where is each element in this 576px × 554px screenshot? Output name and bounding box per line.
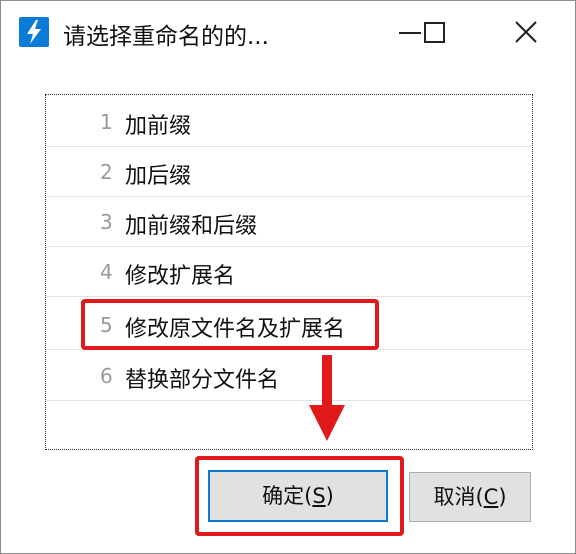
item-number: 2 [100,160,113,184]
close-icon [515,21,537,43]
ok-button-label: 确定(S) [262,484,334,508]
item-label: 替换部分文件名 [125,368,280,393]
title-bar[interactable]: 请选择重命名的的... [1,1,575,63]
rename-dialog: 请选择重命名的的... 1 加前缀 2 加后缀 3 加前缀和后缀 4 修改扩展名… [0,0,576,554]
item-number: 3 [100,210,113,234]
maximize-icon [424,22,445,43]
item-number: 4 [100,260,113,284]
cancel-button-label: 取消(C) [433,485,507,509]
item-label: 加后缀 [125,164,192,189]
arrow-down-icon [309,355,345,441]
cancel-button[interactable]: 取消(C) [409,472,531,522]
list-item[interactable]: 3 加前缀和后缀 [46,197,532,247]
item-number: 1 [100,110,113,134]
item-number: 6 [100,364,113,388]
close-button[interactable] [506,13,546,53]
item-label: 修改扩展名 [125,264,236,289]
ok-button[interactable]: 确定(S) [208,470,388,522]
lightning-icon [19,17,49,47]
item-label: 加前缀和后缀 [125,214,258,239]
maximize-button[interactable] [414,13,454,53]
list-item[interactable]: 4 修改扩展名 [46,247,532,297]
selected-option-highlight [81,299,379,350]
list-item[interactable]: 2 加后缀 [46,147,532,197]
window-title: 请选择重命名的的... [63,24,269,50]
list-item[interactable]: 1 加前缀 [46,97,532,147]
list-item[interactable]: 6 替换部分文件名 [46,351,532,401]
item-label: 加前缀 [125,114,192,139]
rename-options-list[interactable]: 1 加前缀 2 加后缀 3 加前缀和后缀 4 修改扩展名 5 修改原文件名及扩展… [45,94,533,450]
